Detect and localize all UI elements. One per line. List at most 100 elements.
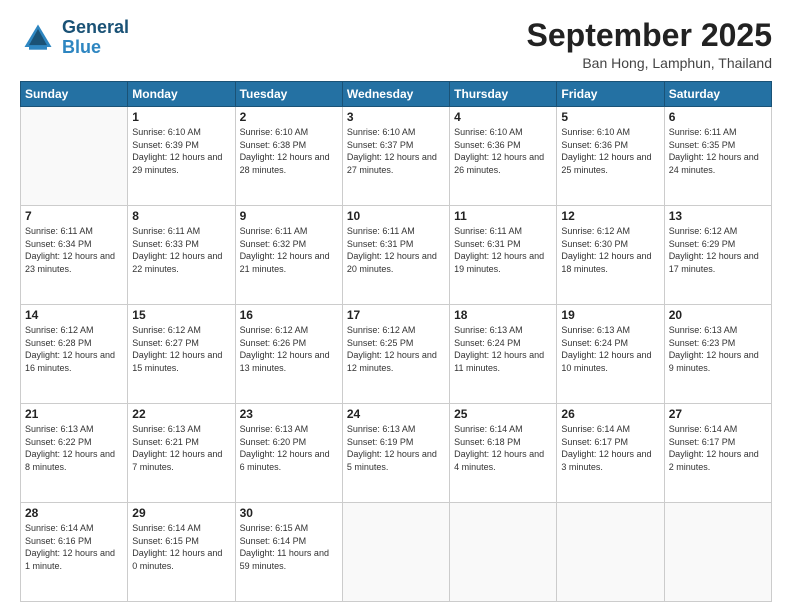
day-number: 11 (454, 209, 552, 223)
day-number: 9 (240, 209, 338, 223)
day-info: Sunrise: 6:12 AMSunset: 6:27 PMDaylight:… (132, 324, 230, 374)
header: General Blue September 2025 Ban Hong, La… (20, 18, 772, 71)
calendar-cell (450, 503, 557, 602)
weekday-header: Monday (128, 82, 235, 107)
day-number: 5 (561, 110, 659, 124)
calendar-cell: 8 Sunrise: 6:11 AMSunset: 6:33 PMDaylight… (128, 206, 235, 305)
day-number: 16 (240, 308, 338, 322)
day-info: Sunrise: 6:15 AMSunset: 6:14 PMDaylight:… (240, 522, 338, 572)
calendar-cell: 24 Sunrise: 6:13 AMSunset: 6:19 PMDayligh… (342, 404, 449, 503)
day-number: 1 (132, 110, 230, 124)
calendar-cell: 25Sunrise: 6:14 AMSunset: 6:18 PMDayligh… (450, 404, 557, 503)
logo-line2: Blue (62, 38, 129, 58)
day-info: Sunrise: 6:13 AMSunset: 6:24 PMDaylight:… (561, 324, 659, 374)
calendar-cell: 30 Sunrise: 6:15 AMSunset: 6:14 PMDayligh… (235, 503, 342, 602)
day-number: 14 (25, 308, 123, 322)
day-info: Sunrise: 6:10 AMSunset: 6:37 PMDaylight:… (347, 126, 445, 176)
day-number: 6 (669, 110, 767, 124)
calendar-cell: 7Sunrise: 6:11 AMSunset: 6:34 PMDaylight… (21, 206, 128, 305)
day-info: Sunrise: 6:12 AMSunset: 6:30 PMDaylight:… (561, 225, 659, 275)
day-info: Sunrise: 6:11 AMSunset: 6:31 PMDaylight:… (454, 225, 552, 275)
day-number: 28 (25, 506, 123, 520)
calendar-cell: 19 Sunrise: 6:13 AMSunset: 6:24 PMDayligh… (557, 305, 664, 404)
day-info: Sunrise: 6:13 AMSunset: 6:23 PMDaylight:… (669, 324, 767, 374)
title-block: September 2025 Ban Hong, Lamphun, Thaila… (527, 18, 772, 71)
calendar-cell: 15 Sunrise: 6:12 AMSunset: 6:27 PMDayligh… (128, 305, 235, 404)
logo-line1: General (62, 18, 129, 38)
day-number: 20 (669, 308, 767, 322)
day-number: 24 (347, 407, 445, 421)
day-number: 19 (561, 308, 659, 322)
weekday-header: Sunday (21, 82, 128, 107)
day-number: 17 (347, 308, 445, 322)
day-info: Sunrise: 6:10 AMSunset: 6:36 PMDaylight:… (561, 126, 659, 176)
calendar-cell: 28 Sunrise: 6:14 AMSunset: 6:16 PMDayligh… (21, 503, 128, 602)
week-row: 7Sunrise: 6:11 AMSunset: 6:34 PMDaylight… (21, 206, 772, 305)
weekday-header: Friday (557, 82, 664, 107)
calendar-table: SundayMondayTuesdayWednesdayThursdayFrid… (20, 81, 772, 602)
day-info: Sunrise: 6:12 AMSunset: 6:28 PMDaylight:… (25, 324, 123, 374)
day-number: 12 (561, 209, 659, 223)
logo: General Blue (20, 18, 129, 58)
day-info: Sunrise: 6:11 AMSunset: 6:33 PMDaylight:… (132, 225, 230, 275)
day-info: Sunrise: 6:11 AMSunset: 6:32 PMDaylight:… (240, 225, 338, 275)
day-number: 4 (454, 110, 552, 124)
day-number: 8 (132, 209, 230, 223)
day-info: Sunrise: 6:13 AMSunset: 6:19 PMDaylight:… (347, 423, 445, 473)
day-info: Sunrise: 6:12 AMSunset: 6:29 PMDaylight:… (669, 225, 767, 275)
day-info: Sunrise: 6:12 AMSunset: 6:26 PMDaylight:… (240, 324, 338, 374)
day-info: Sunrise: 6:14 AMSunset: 6:16 PMDaylight:… (25, 522, 123, 572)
day-info: Sunrise: 6:14 AMSunset: 6:17 PMDaylight:… (561, 423, 659, 473)
calendar-cell: 14 Sunrise: 6:12 AMSunset: 6:28 PMDayligh… (21, 305, 128, 404)
day-number: 25 (454, 407, 552, 421)
day-number: 15 (132, 308, 230, 322)
logo-icon (20, 20, 56, 56)
day-info: Sunrise: 6:11 AMSunset: 6:35 PMDaylight:… (669, 126, 767, 176)
calendar-cell: 29 Sunrise: 6:14 AMSunset: 6:15 PMDayligh… (128, 503, 235, 602)
calendar-cell: 9 Sunrise: 6:11 AMSunset: 6:32 PMDaylight… (235, 206, 342, 305)
day-number: 22 (132, 407, 230, 421)
calendar-cell: 5 Sunrise: 6:10 AMSunset: 6:36 PMDaylight… (557, 107, 664, 206)
day-number: 26 (561, 407, 659, 421)
weekday-header: Tuesday (235, 82, 342, 107)
day-number: 27 (669, 407, 767, 421)
week-row: 1 Sunrise: 6:10 AMSunset: 6:39 PMDaylight… (21, 107, 772, 206)
day-info: Sunrise: 6:10 AMSunset: 6:38 PMDaylight:… (240, 126, 338, 176)
calendar-cell (342, 503, 449, 602)
calendar-cell: 11 Sunrise: 6:11 AMSunset: 6:31 PMDayligh… (450, 206, 557, 305)
day-number: 18 (454, 308, 552, 322)
calendar-cell: 6 Sunrise: 6:11 AMSunset: 6:35 PMDaylight… (664, 107, 771, 206)
calendar-cell: 13Sunrise: 6:12 AMSunset: 6:29 PMDayligh… (664, 206, 771, 305)
calendar-cell (21, 107, 128, 206)
calendar-cell: 26 Sunrise: 6:14 AMSunset: 6:17 PMDayligh… (557, 404, 664, 503)
location: Ban Hong, Lamphun, Thailand (527, 55, 772, 71)
calendar-cell: 16 Sunrise: 6:12 AMSunset: 6:26 PMDayligh… (235, 305, 342, 404)
calendar-cell: 1 Sunrise: 6:10 AMSunset: 6:39 PMDaylight… (128, 107, 235, 206)
calendar-cell: 3 Sunrise: 6:10 AMSunset: 6:37 PMDaylight… (342, 107, 449, 206)
day-info: Sunrise: 6:13 AMSunset: 6:24 PMDaylight:… (454, 324, 552, 374)
day-info: Sunrise: 6:11 AMSunset: 6:31 PMDaylight:… (347, 225, 445, 275)
day-number: 2 (240, 110, 338, 124)
weekday-header-row: SundayMondayTuesdayWednesdayThursdayFrid… (21, 82, 772, 107)
day-number: 3 (347, 110, 445, 124)
day-info: Sunrise: 6:14 AMSunset: 6:17 PMDaylight:… (669, 423, 767, 473)
day-info: Sunrise: 6:14 AMSunset: 6:15 PMDaylight:… (132, 522, 230, 572)
calendar-cell: 10 Sunrise: 6:11 AMSunset: 6:31 PMDayligh… (342, 206, 449, 305)
weekday-header: Wednesday (342, 82, 449, 107)
week-row: 28 Sunrise: 6:14 AMSunset: 6:16 PMDayligh… (21, 503, 772, 602)
calendar-cell: 27 Sunrise: 6:14 AMSunset: 6:17 PMDayligh… (664, 404, 771, 503)
calendar-cell: 17Sunrise: 6:12 AMSunset: 6:25 PMDayligh… (342, 305, 449, 404)
day-number: 7 (25, 209, 123, 223)
week-row: 21Sunrise: 6:13 AMSunset: 6:22 PMDayligh… (21, 404, 772, 503)
day-number: 10 (347, 209, 445, 223)
week-row: 14 Sunrise: 6:12 AMSunset: 6:28 PMDayligh… (21, 305, 772, 404)
calendar-cell: 21Sunrise: 6:13 AMSunset: 6:22 PMDayligh… (21, 404, 128, 503)
day-number: 29 (132, 506, 230, 520)
day-number: 30 (240, 506, 338, 520)
page: General Blue September 2025 Ban Hong, La… (0, 0, 792, 612)
calendar-cell (664, 503, 771, 602)
day-info: Sunrise: 6:10 AMSunset: 6:39 PMDaylight:… (132, 126, 230, 176)
weekday-header: Thursday (450, 82, 557, 107)
calendar-cell: 22Sunrise: 6:13 AMSunset: 6:21 PMDayligh… (128, 404, 235, 503)
day-number: 21 (25, 407, 123, 421)
